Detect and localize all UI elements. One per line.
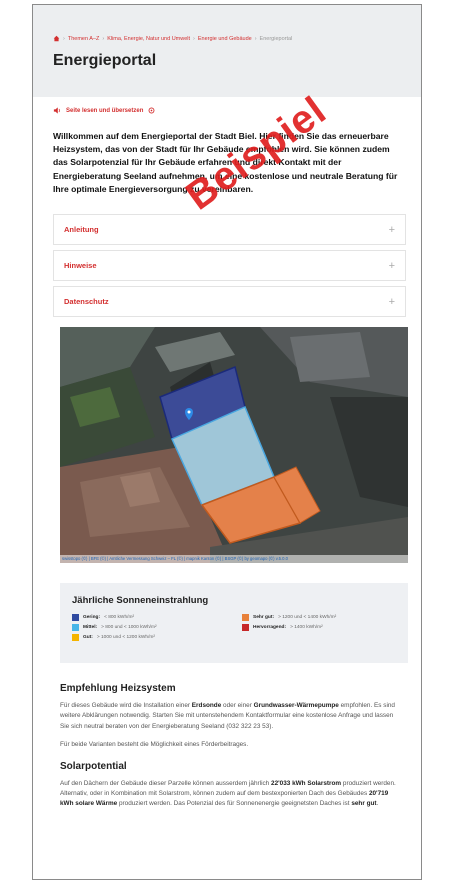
- accordion-label: Hinweise: [64, 261, 97, 271]
- solar-map[interactable]: swisstopo (©) | BFE (©) | Amtliche Verme…: [60, 327, 408, 564]
- heating-paragraph: Für dieses Gebäude wird die Installation…: [60, 702, 395, 730]
- breadcrumb: › Themen A–Z › Klima, Energie, Natur und…: [53, 35, 401, 42]
- breadcrumb-item-energie[interactable]: Energie und Gebäude: [198, 36, 252, 42]
- page-frame: › Themen A–Z › Klima, Energie, Natur und…: [32, 4, 422, 880]
- page-title: Energieportal: [53, 52, 157, 69]
- solar-title: Solarpotential: [60, 760, 127, 772]
- breadcrumb-item-themen[interactable]: Themen A–Z: [68, 36, 100, 42]
- funding-paragraph: Für beide Varianten besteht die Möglichk…: [60, 741, 249, 749]
- solar-section: Solarpotential Auf den Dächern der Gebäu…: [60, 761, 401, 810]
- accordion-anleitung[interactable]: Anleitung +: [53, 214, 406, 246]
- breadcrumb-item-klima[interactable]: Klima, Energie, Natur und Umwelt: [107, 36, 190, 42]
- breadcrumb-current: Energieportal: [259, 35, 293, 42]
- home-icon[interactable]: [53, 35, 60, 42]
- legend-item-gering: Gering: < 800 kWh/m²: [72, 614, 226, 622]
- color-swatch: [242, 624, 249, 632]
- heating-section: Empfehlung Heizsystem Für dieses Gebäude…: [60, 683, 401, 751]
- accordion-datenschutz[interactable]: Datenschutz +: [53, 286, 406, 318]
- color-swatch: [72, 634, 79, 642]
- legend-item-gut: Gut: > 1000 und < 1200 kWh/m²: [72, 634, 226, 642]
- legend-title: Jährliche Sonneneinstrahlung: [72, 595, 209, 607]
- legend-item-sehr-gut: Sehr gut: > 1200 und < 1400 kWh/m²: [242, 614, 396, 622]
- heating-title: Empfehlung Heizsystem: [60, 683, 176, 695]
- header-band: › Themen A–Z › Klima, Energie, Natur und…: [33, 5, 421, 97]
- read-aloud-button[interactable]: Seite lesen und übersetzen: [53, 107, 421, 114]
- color-swatch: [72, 624, 79, 632]
- accordion-label: Anleitung: [64, 225, 99, 235]
- settings-icon[interactable]: [148, 107, 155, 114]
- solar-paragraph: Auf den Dächern der Gebäude dieser Parze…: [60, 779, 396, 808]
- speaker-icon: [53, 107, 60, 114]
- legend-item-mittel: Mittel: > 800 und < 1000 kWh/m²: [72, 624, 226, 632]
- plus-icon: +: [388, 259, 395, 272]
- color-swatch: [72, 614, 79, 622]
- accordion-hinweise[interactable]: Hinweise +: [53, 250, 406, 282]
- accordion: Anleitung + Hinweise + Datenschutz +: [53, 214, 406, 318]
- irradiation-legend: Jährliche Sonneneinstrahlung Gering: < 80…: [60, 583, 408, 664]
- color-swatch: [242, 614, 249, 622]
- map-attribution[interactable]: swisstopo (©) | BFE (©) | Amtliche Verme…: [60, 555, 408, 564]
- plus-icon: +: [388, 295, 395, 308]
- read-aloud-label: Seite lesen und übersetzen: [66, 107, 144, 114]
- accordion-label: Datenschutz: [64, 297, 109, 307]
- plus-icon: +: [388, 223, 395, 236]
- aerial-map-image: [60, 327, 408, 564]
- legend-item-hervorragend: Hervorragend: > 1400 kWh/m²: [242, 624, 396, 632]
